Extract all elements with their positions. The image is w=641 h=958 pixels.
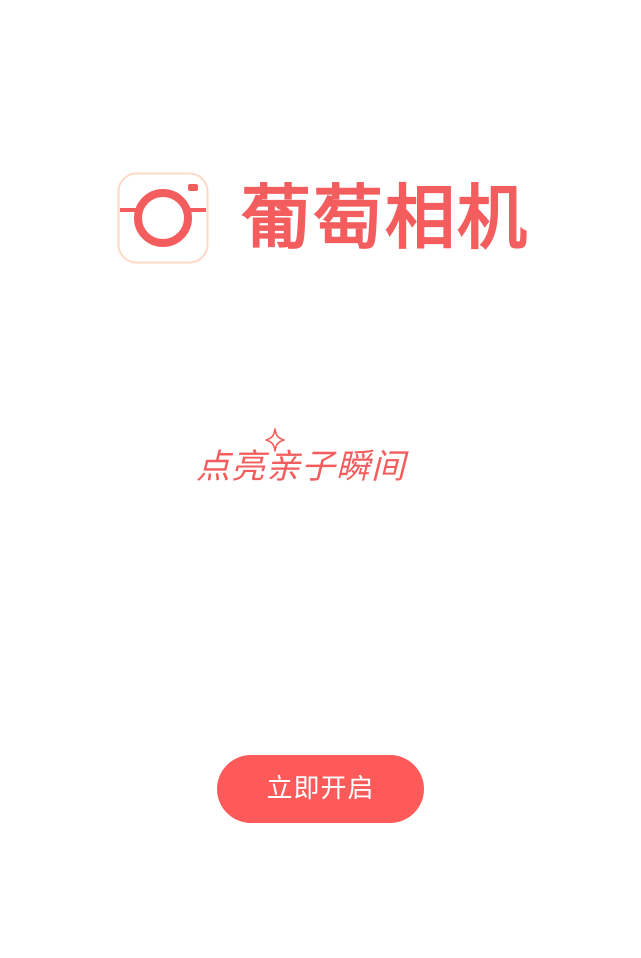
app-logo: 葡萄相机	[117, 172, 527, 264]
app-name: 葡萄相机	[241, 177, 529, 259]
tagline: 点亮亲子瞬间	[196, 426, 446, 492]
tagline-text: 点亮亲子瞬间	[196, 447, 406, 487]
camera-icon	[117, 172, 209, 264]
start-now-button[interactable]: 立即开启	[217, 755, 424, 823]
